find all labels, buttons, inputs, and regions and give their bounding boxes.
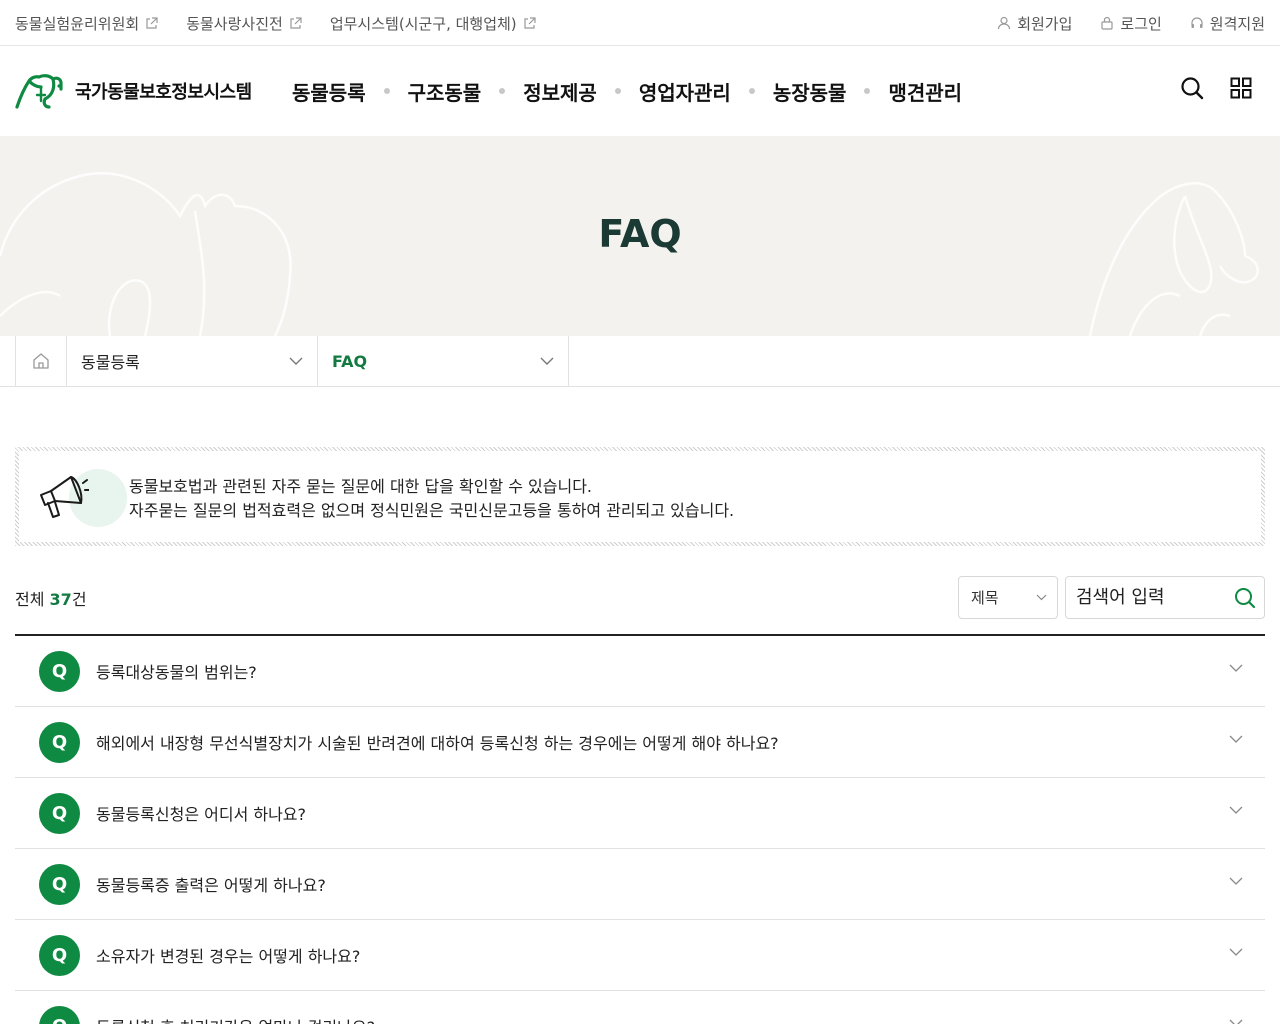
question-badge: Q — [39, 863, 80, 905]
search-button[interactable] — [1180, 76, 1204, 100]
nav-separator — [748, 88, 755, 94]
question-badge: Q — [39, 1005, 80, 1024]
search-input[interactable] — [1076, 587, 1226, 608]
total-count-number: 37 — [49, 590, 72, 609]
page-hero: FAQ — [0, 136, 1280, 336]
sitemap-button[interactable] — [1230, 77, 1252, 99]
utility-links: 동물실험윤리위원회 동물사랑사진전 업무시스템(시군구, 대행업체) — [15, 0, 564, 46]
user-icon — [998, 16, 1011, 30]
external-link-icon — [524, 16, 536, 29]
faq-item[interactable]: Q 동물등록신청은 어디서 하나요? — [15, 778, 1265, 849]
question-badge: Q — [39, 650, 80, 692]
external-link-icon — [146, 16, 158, 29]
header-tools — [1154, 76, 1252, 100]
chevron-down-icon — [289, 357, 303, 365]
faq-question: 등록대상동물의 범위는? — [96, 663, 257, 682]
chevron-down-icon — [1229, 735, 1243, 743]
notice-line-1: 동물보호법과 관련된 자주 묻는 질문에 대한 답을 확인할 수 있습니다. — [129, 477, 593, 496]
headset-icon — [1191, 17, 1203, 28]
breadcrumb-level1-select[interactable]: 동물등록 — [67, 336, 318, 386]
search-box — [1065, 576, 1265, 619]
faq-question: 동물등록신청은 어디서 하나요? — [96, 805, 307, 824]
search-type-select[interactable]: 제목 — [958, 576, 1058, 619]
dog-cat-logo-icon — [15, 74, 63, 109]
ethics-committee-link[interactable]: 동물실험윤리위원회 — [15, 13, 158, 34]
faq-list: Q 등록대상동물의 범위는? Q 해외에서 내장형 무선식별장치가 시술된 반려… — [15, 634, 1265, 1024]
breadcrumb-level2-select[interactable]: FAQ — [318, 336, 569, 386]
notice-line-2: 자주묻는 질문의 법적효력은 없으며 정식민원은 국민신문고등을 통하여 관리되… — [129, 501, 735, 520]
nav-rescued-animals[interactable]: 구조동물 — [408, 77, 482, 106]
site-logo[interactable]: 국가동물보호정보시스템 — [15, 73, 252, 109]
faq-question: 소유자가 변경된 경우는 어떻게 하나요? — [96, 947, 361, 966]
home-button[interactable] — [15, 336, 67, 386]
photo-contest-link[interactable]: 동물사랑사진전 — [186, 13, 302, 34]
nav-farm-animals[interactable]: 농장동물 — [773, 77, 847, 106]
site-header: 국가동물보호정보시스템 동물등록 구조동물 정보제공 영업자관리 농장동물 맹견… — [0, 46, 1280, 136]
chevron-down-icon — [1229, 1019, 1243, 1024]
breadcrumb: 동물등록 FAQ — [0, 336, 1280, 387]
login-link[interactable]: 로그인 — [1100, 13, 1162, 34]
chevron-down-icon — [1229, 806, 1243, 814]
remote-support-link[interactable]: 원격지원 — [1190, 13, 1265, 34]
nav-separator — [383, 88, 390, 94]
external-link-icon — [290, 16, 302, 29]
business-system-link[interactable]: 업무시스템(시군구, 대행업체) — [330, 13, 536, 34]
main-navigation: 동물등록 구조동물 정보제공 영업자관리 농장동물 맹견관리 — [292, 46, 962, 136]
faq-item[interactable]: Q 등록대상동물의 범위는? — [15, 636, 1265, 707]
faq-item[interactable]: Q 소유자가 변경된 경우는 어떻게 하나요? — [15, 920, 1265, 991]
utility-bar: 동물실험윤리위원회 동물사랑사진전 업무시스템(시군구, 대행업체) 회원가입 … — [0, 0, 1280, 46]
grid-menu-icon — [1230, 77, 1252, 99]
nav-dangerous-dog-management[interactable]: 맹견관리 — [888, 77, 962, 106]
nav-animal-registration[interactable]: 동물등록 — [292, 77, 366, 106]
account-links: 회원가입 로그인 원격지원 — [969, 0, 1265, 46]
notice-icon-wrap — [37, 467, 127, 529]
logo-text: 국가동물보호정보시스템 — [75, 82, 252, 103]
faq-item[interactable]: Q 등록신청 후 처리기간은 얼마나 걸리나요? — [15, 991, 1265, 1024]
search-icon — [1181, 77, 1204, 100]
signup-link[interactable]: 회원가입 — [997, 13, 1072, 34]
faq-question: 등록신청 후 처리기간은 얼마나 걸리나요? — [96, 1014, 375, 1024]
nav-separator — [614, 88, 621, 94]
home-icon — [33, 353, 49, 369]
search-submit-button[interactable] — [1234, 587, 1256, 609]
question-badge: Q — [39, 792, 80, 834]
chevron-down-icon — [540, 357, 554, 365]
question-badge: Q — [39, 721, 80, 763]
search-icon — [1235, 587, 1256, 608]
faq-question: 동물등록증 출력은 어떻게 하나요? — [96, 876, 326, 895]
nav-separator — [499, 88, 506, 94]
chevron-down-icon — [1229, 877, 1243, 885]
faq-notice-box: 동물보호법과 관련된 자주 묻는 질문에 대한 답을 확인할 수 있습니다. 자… — [15, 447, 1265, 546]
chevron-down-icon — [1036, 594, 1047, 601]
faq-question: 해외에서 내장형 무선식별장치가 시술된 반려견에 대하여 등록신청 하는 경우… — [96, 734, 779, 753]
megaphone-icon — [40, 476, 89, 518]
nav-business-management[interactable]: 영업자관리 — [639, 77, 731, 106]
notice-text: 동물보호법과 관련된 자주 묻는 질문에 대한 답을 확인할 수 있습니다. 자… — [129, 475, 734, 523]
question-badge: Q — [39, 934, 80, 976]
faq-item[interactable]: Q 동물등록증 출력은 어떻게 하나요? — [15, 849, 1265, 920]
nav-information[interactable]: 정보제공 — [523, 77, 597, 106]
chevron-down-icon — [1229, 664, 1243, 672]
faq-item[interactable]: Q 해외에서 내장형 무선식별장치가 시술된 반려견에 대하여 등록신청 하는 … — [15, 707, 1265, 778]
nav-separator — [864, 88, 871, 94]
chevron-down-icon — [1229, 948, 1243, 956]
page-title: FAQ — [598, 212, 682, 256]
total-count: 전체 37건 — [15, 590, 87, 609]
lock-icon — [1101, 16, 1113, 30]
